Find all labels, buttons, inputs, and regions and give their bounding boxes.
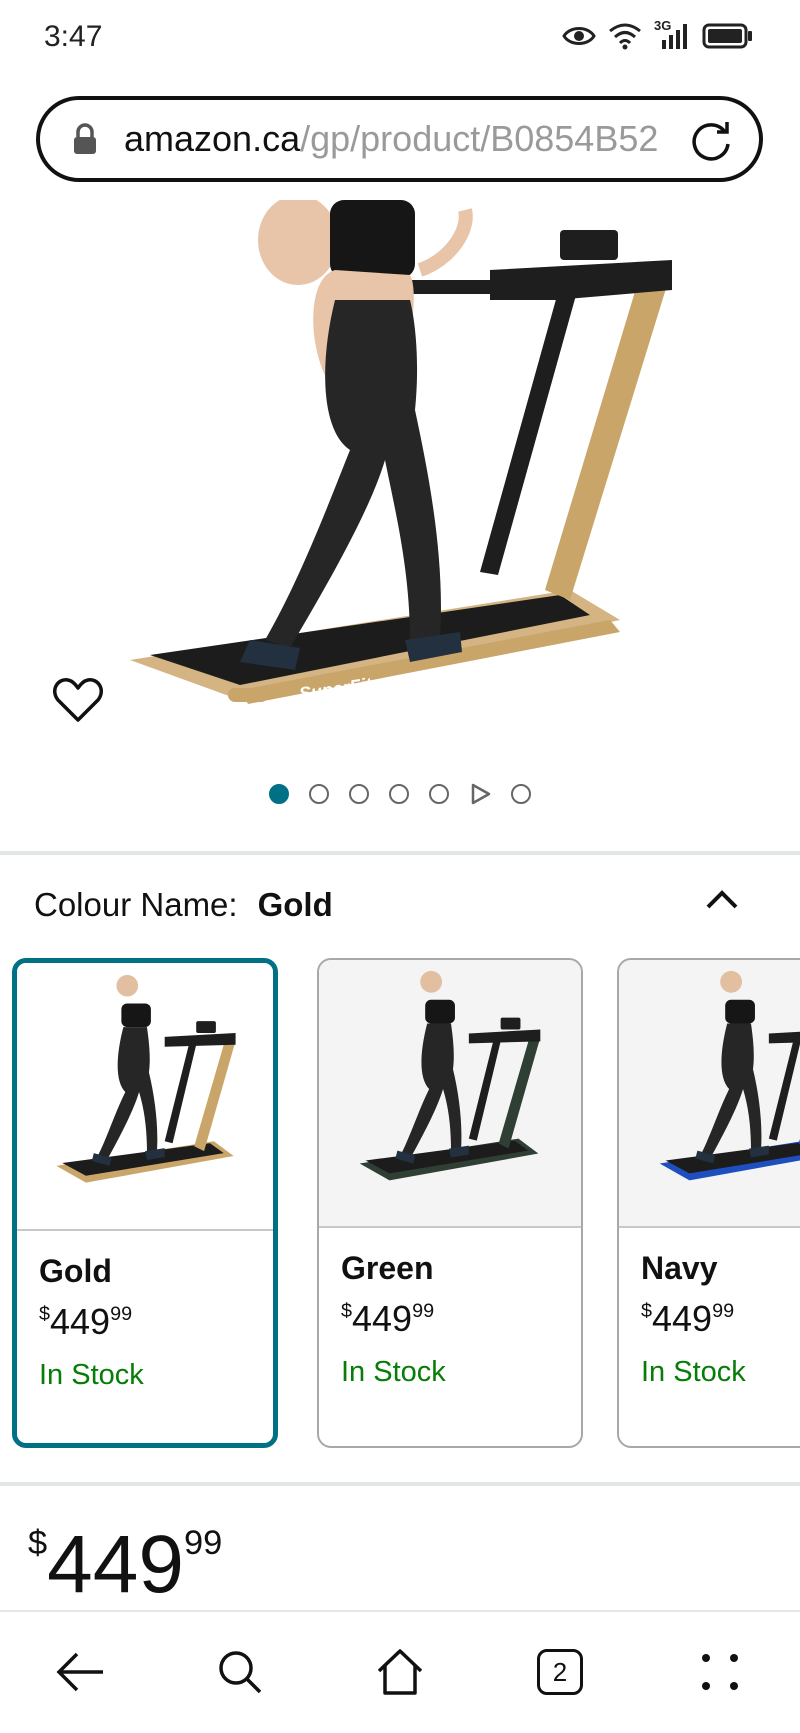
stock-status: In Stock — [641, 1356, 746, 1388]
tab-count: 2 — [552, 1656, 568, 1687]
wifi-icon — [609, 23, 641, 50]
carousel-dot[interactable] — [349, 784, 369, 804]
home-button[interactable] — [370, 1642, 430, 1702]
lock-icon — [74, 123, 96, 154]
home-icon — [377, 1649, 423, 1695]
section-divider — [0, 851, 800, 855]
swatch-image — [319, 960, 581, 1228]
section-divider — [0, 1482, 800, 1486]
swatch-price: $44999 — [341, 1298, 435, 1339]
swatch-navy[interactable]: Navy $44999 In Stock — [617, 958, 800, 1448]
status-bar: 3:47 3G — [0, 0, 800, 80]
browser-bottom-nav: 2 — [0, 1610, 800, 1733]
selected-colour: Gold — [257, 886, 333, 923]
carousel-dot[interactable] — [309, 784, 329, 804]
colour-swatches: Gold $44999 In Stock Green $44999 In Sto… — [12, 958, 800, 1452]
stock-status: In Stock — [39, 1359, 144, 1391]
back-button[interactable] — [50, 1642, 110, 1702]
swatch-green[interactable]: Green $44999 In Stock — [317, 958, 583, 1448]
treadmill-thumbnail — [56, 974, 236, 1183]
url-path: /gp/product/B0854B52 — [300, 118, 659, 159]
treadmill-thumbnail — [359, 970, 541, 1181]
carousel-dot[interactable] — [269, 784, 289, 804]
more-menu-button[interactable] — [690, 1642, 750, 1702]
status-time: 3:47 — [44, 20, 103, 53]
swatch-price: $44999 — [641, 1298, 735, 1339]
stock-status: In Stock — [341, 1356, 446, 1388]
carousel-dot[interactable] — [429, 784, 449, 804]
swatch-gold[interactable]: Gold $44999 In Stock — [12, 958, 278, 1448]
heart-icon[interactable] — [52, 676, 104, 724]
url-domain: amazon.ca — [124, 118, 301, 159]
address-bar[interactable]: amazon.ca/gp/product/B0854B52 — [36, 96, 763, 182]
colour-selector-header: Colour Name: Gold — [34, 886, 333, 924]
signal-icon: 3G — [654, 18, 690, 50]
colour-label: Colour Name: — [34, 886, 238, 923]
swatch-image — [619, 960, 800, 1228]
tabs-icon: 2 — [537, 1649, 583, 1695]
product-price: $44999 — [28, 1519, 223, 1610]
eye-icon — [562, 27, 596, 45]
tabs-button[interactable]: 2 — [530, 1642, 590, 1702]
image-carousel-indicator[interactable] — [0, 783, 800, 805]
product-image[interactable]: SuperFit — [0, 200, 800, 760]
swatch-image — [17, 963, 273, 1231]
chevron-up-icon[interactable] — [704, 888, 740, 910]
swatch-name: Gold — [39, 1253, 112, 1289]
status-icons: 3G — [562, 18, 754, 50]
carousel-dot[interactable] — [511, 784, 531, 804]
video-play-icon[interactable] — [469, 783, 491, 805]
menu-dots-icon — [702, 1654, 738, 1690]
swatch-name: Navy — [641, 1250, 718, 1286]
search-button[interactable] — [210, 1642, 270, 1702]
reload-icon[interactable] — [691, 120, 733, 162]
carousel-dot[interactable] — [389, 784, 409, 804]
battery-icon — [702, 23, 752, 49]
treadmill-thumbnail — [659, 970, 800, 1181]
swatch-price: $44999 — [39, 1301, 133, 1342]
swatch-name: Green — [341, 1250, 434, 1286]
search-icon — [219, 1651, 262, 1694]
arrow-left-icon — [56, 1652, 103, 1692]
url-text[interactable]: amazon.ca/gp/product/B0854B52 — [124, 118, 674, 160]
